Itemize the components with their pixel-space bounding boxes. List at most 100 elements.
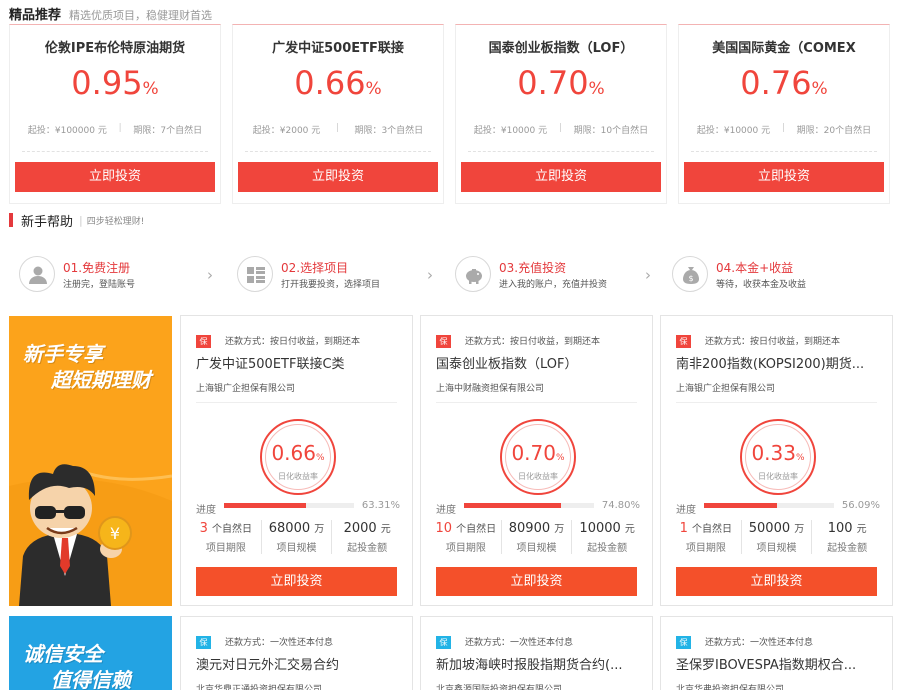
product-name: 广发中证500ETF联接: [272, 41, 404, 56]
invest-button[interactable]: 立即投资: [461, 162, 661, 192]
progress-bar: [704, 503, 834, 508]
product-card[interactable]: 保 还款方式：按日付收益，到期还本 广发中证500ETF联接C类 上海银广企担保…: [180, 315, 413, 606]
guarantor-name: 上海中财融资担保有限公司: [436, 384, 545, 394]
product-name: 美国国际黄金（COMEX: [712, 41, 856, 56]
invest-button[interactable]: 立即投资: [684, 162, 884, 192]
product-name[interactable]: 圣保罗IBOVESPA指数期权合...: [676, 654, 881, 673]
product-card[interactable]: 保 还款方式：一次性还本付息 澳元对日元外汇交易合约 北京华鼎正通投资担保有限公…: [180, 616, 413, 690]
chevron-right-icon: ›: [645, 266, 651, 284]
featured-title: 精品推荐: [9, 8, 62, 23]
invest-button[interactable]: 立即投资: [15, 162, 215, 192]
repay-method: 还款方式：一次性还本付息: [465, 638, 574, 648]
guarantee-badge: 保: [676, 335, 691, 348]
daily-rate-label: 日化收益率: [758, 472, 798, 481]
invest-button[interactable]: 立即投资: [238, 162, 438, 192]
invest-button[interactable]: 立即投资: [436, 567, 637, 596]
stat-min-invest: 2000 元起投金额: [331, 520, 402, 554]
featured-product-card[interactable]: 国泰创业板指数（LOF） 0.70% 起投：¥10000 元 | 期限：10个自然日…: [455, 24, 667, 204]
product-meta: 起投：¥100000 元 | 期限：7个自然日: [27, 123, 203, 136]
divider: [22, 151, 208, 152]
repay-method: 还款方式：一次性还本付息: [705, 638, 814, 648]
progress-fill: [464, 503, 562, 508]
progress-bar: [224, 503, 354, 508]
section-marker: [9, 213, 13, 227]
product-name[interactable]: 南非200指数(KOPSI200)期货...: [676, 353, 881, 372]
guarantor-name: 北京华弗投资担保有限公司: [676, 685, 785, 690]
product-card[interactable]: 保 还款方式：一次性还本付息 新加坡海峡时报股指期货合约(... 北京鑫源国际投…: [420, 616, 653, 690]
min-invest: 起投：¥100000 元: [27, 126, 107, 136]
min-invest: 起投：¥2000 元: [252, 126, 321, 136]
progress-value: 63.31%: [361, 500, 400, 511]
product-name[interactable]: 国泰创业板指数（LOF）: [436, 353, 641, 372]
product-card[interactable]: 保 还款方式：一次性还本付息 圣保罗IBOVESPA指数期权合... 北京华弗投…: [660, 616, 893, 690]
help-subtitle: 四步轻松理财!: [86, 216, 145, 227]
help-title: 新手帮助: [21, 214, 74, 230]
product-card[interactable]: 保 还款方式：按日付收益，到期还本 南非200指数(KOPSI200)期货...…: [660, 315, 893, 606]
product-meta: 起投：¥10000 元 | 期限：10个自然日: [473, 123, 649, 136]
trust-promo-banner[interactable]: 诚信安全 值得信赖: [9, 616, 172, 690]
step-title: 04.本金+收益: [716, 261, 794, 275]
product-rate: 0.70%: [517, 64, 605, 102]
period: 期限：20个自然日: [796, 126, 872, 136]
progress-fill: [224, 503, 307, 508]
period: 期限：3个自然日: [354, 126, 424, 136]
featured-product-card[interactable]: 伦敦IPE布伦特原油期货 0.95% 起投：¥100000 元 | 期限：7个自然日…: [9, 24, 221, 204]
divider: [468, 151, 654, 152]
featured-product-card[interactable]: 广发中证500ETF联接 0.66% 起投：¥2000 元 | 期限：3个自然日 立…: [232, 24, 444, 204]
guarantor-name: 北京华鼎正通投资担保有限公司: [196, 685, 323, 690]
promo-line-2: 超短期理财: [51, 368, 151, 392]
product-rate: 0.95%: [71, 64, 159, 102]
daily-rate: 0.33%: [751, 441, 805, 465]
help-divider: |: [79, 213, 83, 227]
product-name: 国泰创业板指数（LOF）: [488, 41, 634, 56]
rate-ring: 0.70% 日化收益率: [500, 419, 576, 495]
product-name[interactable]: 广发中证500ETF联接C类: [196, 353, 401, 372]
product-stats: 10 个自然日 项目期限 80900 万项目规模 10000 元起投金额: [431, 520, 642, 554]
invest-button[interactable]: 立即投资: [676, 567, 877, 596]
promo-line-1: 新手专享: [23, 342, 103, 366]
invest-button[interactable]: 立即投资: [196, 567, 397, 596]
piggy-bank-icon: [455, 256, 491, 292]
promo-line-2: 值得信赖: [51, 668, 131, 690]
svg-text:¥: ¥: [110, 524, 120, 543]
step-desc: 打开我要投资，选择项目: [281, 280, 381, 290]
guarantee-badge: 保: [436, 636, 451, 649]
daily-rate: 0.70%: [511, 441, 565, 465]
newbie-promo-banner[interactable]: ¥ 新手专享 超短期理财: [9, 316, 172, 606]
guarantor-name: 上海银广企担保有限公司: [196, 384, 296, 394]
stat-period: 10 个自然日 项目期限: [435, 521, 497, 554]
guarantee-badge: 保: [196, 636, 211, 649]
progress-fill: [704, 503, 777, 508]
progress-label: 进度: [196, 505, 216, 516]
divider: [196, 402, 397, 403]
product-name[interactable]: 新加坡海峡时报股指期货合约(...: [436, 654, 641, 673]
step-title: 02.选择项目: [281, 261, 349, 275]
product-meta: 起投：¥2000 元 | 期限：3个自然日: [252, 123, 424, 136]
grid-list-icon: [237, 256, 273, 292]
promo-line-1: 诚信安全: [23, 642, 103, 666]
daily-rate-label: 日化收益率: [278, 472, 318, 481]
product-stats: 3 个自然日 项目期限 68000 万项目规模 2000 元起投金额: [191, 520, 402, 554]
stat-period: 1 个自然日 项目期限: [679, 521, 733, 554]
progress-label: 进度: [436, 505, 456, 516]
product-stats: 1 个自然日 项目期限 50000 万项目规模 100 元起投金额: [671, 520, 882, 554]
product-name[interactable]: 澳元对日元外汇交易合约: [196, 654, 401, 673]
featured-product-card[interactable]: 美国国际黄金（COMEX 0.76% 起投：¥10000 元 | 期限：20个自然日…: [678, 24, 890, 204]
product-rate: 0.66%: [294, 64, 382, 102]
stat-scale: 50000 万项目规模: [740, 520, 812, 554]
product-rate: 0.76%: [740, 64, 828, 102]
divider: [676, 402, 877, 403]
stat-scale: 68000 万项目规模: [260, 520, 332, 554]
progress-label: 进度: [676, 505, 696, 516]
period: 期限：7个自然日: [133, 126, 203, 136]
guarantee-badge: 保: [436, 335, 451, 348]
product-card[interactable]: 保 还款方式：按日付收益，到期还本 国泰创业板指数（LOF） 上海中财融资担保有…: [420, 315, 653, 606]
guarantee-badge: 保: [196, 335, 211, 348]
repay-method: 还款方式：按日付收益，到期还本: [225, 337, 361, 347]
svg-text:$: $: [688, 274, 693, 283]
daily-rate-label: 日化收益率: [518, 472, 558, 481]
product-name: 伦敦IPE布伦特原油期货: [44, 41, 186, 56]
progress-value: 56.09%: [841, 500, 880, 511]
step-desc: 等待，收获本金及收益: [716, 280, 807, 290]
step-title: 01.免费注册: [63, 261, 131, 275]
